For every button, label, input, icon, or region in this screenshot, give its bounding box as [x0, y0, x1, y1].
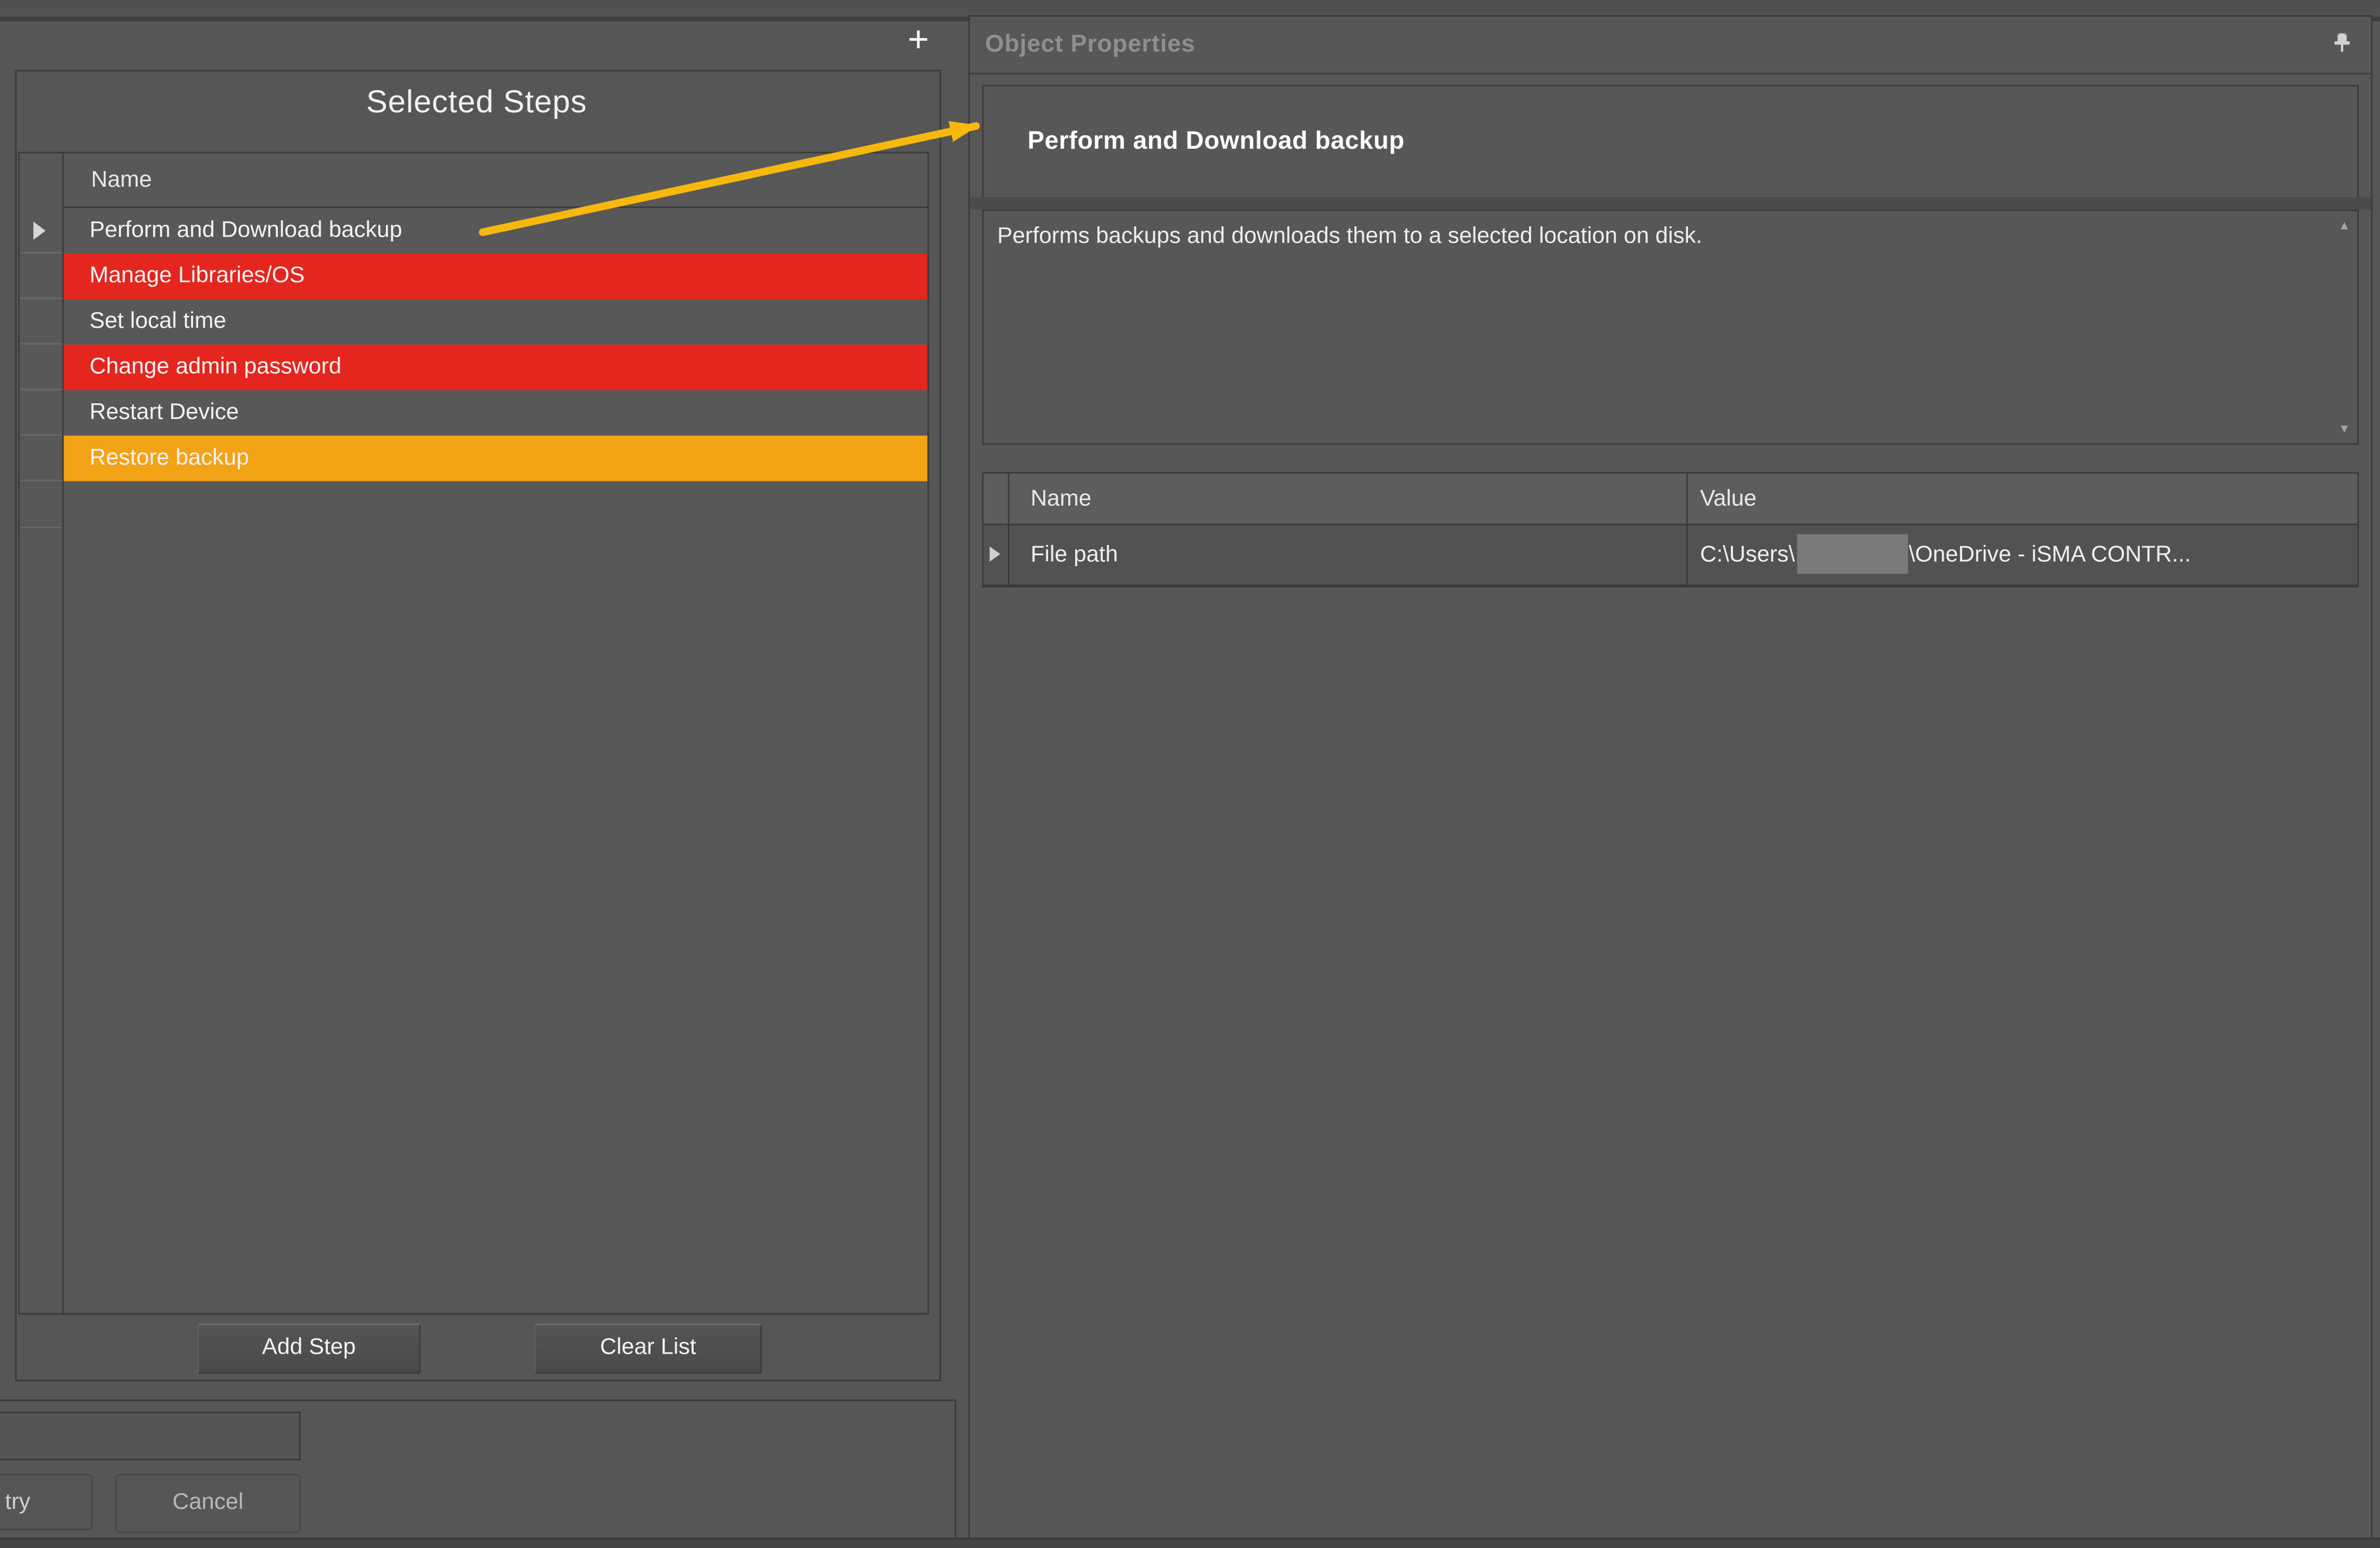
- application-window: + Selected Steps Name Perform and Downlo…: [0, 0, 2380, 1548]
- selected-steps-title: Selected Steps: [15, 85, 938, 122]
- property-value[interactable]: C:\Users\ \OneDrive - iSMA CONTR...: [1688, 525, 2357, 585]
- panel-divider: [970, 198, 2371, 210]
- object-description-box: Performs backups and downloads them to a…: [982, 210, 2359, 445]
- table-row[interactable]: Restart Device: [20, 390, 927, 436]
- file-path-prefix: C:\Users\: [1700, 542, 1795, 568]
- table-row[interactable]: Manage Libraries/OS: [20, 253, 927, 299]
- row-selector-cell[interactable]: [20, 299, 62, 345]
- selected-object-title-box: Perform and Download backup: [982, 85, 2359, 199]
- pin-icon[interactable]: [2328, 30, 2356, 58]
- object-properties-panel: Object Properties Perform and Download b…: [968, 15, 2372, 1539]
- app-canvas: + Selected Steps Name Perform and Downlo…: [0, 0, 2380, 1548]
- clear-list-button[interactable]: Clear List: [534, 1324, 761, 1374]
- scroll-up-icon[interactable]: ▲: [2333, 215, 2356, 235]
- steps-column-header[interactable]: Name: [64, 153, 927, 208]
- object-description-text: Performs backups and downloads them to a…: [997, 223, 2318, 249]
- row-selector-cell[interactable]: [20, 253, 62, 299]
- current-row-indicator-icon: [34, 221, 46, 240]
- file-path-suffix: \OneDrive - iSMA CONTR...: [1909, 542, 2191, 568]
- row-selector-cell[interactable]: [20, 208, 62, 253]
- current-row-indicator-icon: [989, 547, 1000, 562]
- bottom-input-field[interactable]: [0, 1412, 301, 1460]
- row-selector-cell[interactable]: [20, 345, 62, 390]
- grid-row-selector-cell[interactable]: [983, 525, 1010, 585]
- property-name[interactable]: File path: [1010, 525, 1688, 585]
- step-name[interactable]: Manage Libraries/OS: [64, 253, 927, 299]
- grid-gutter-cell: [983, 474, 1010, 524]
- properties-grid: Name Value File path C:\Users\ \OneDrive …: [982, 472, 2359, 588]
- table-row[interactable]: Restore backup: [20, 436, 927, 481]
- step-name[interactable]: Change admin password: [64, 345, 927, 390]
- scroll-down-icon[interactable]: ▼: [2333, 419, 2356, 439]
- row-selector-cell[interactable]: [20, 436, 62, 481]
- table-row[interactable]: Perform and Download backup: [20, 208, 927, 253]
- selected-steps-table[interactable]: Name Perform and Download backup Manage …: [18, 152, 929, 1315]
- step-name[interactable]: Set local time: [64, 299, 927, 345]
- retry-button[interactable]: try: [0, 1474, 93, 1530]
- grid-name-column-header[interactable]: Name: [1010, 474, 1688, 524]
- object-properties-titlebar[interactable]: Object Properties: [970, 17, 2371, 74]
- redacted-username: [1797, 534, 1907, 574]
- step-name[interactable]: Restart Device: [64, 390, 927, 436]
- table-row[interactable]: Change admin password: [20, 345, 927, 390]
- step-name[interactable]: Perform and Download backup: [64, 208, 927, 253]
- description-scrollbar[interactable]: ▲ ▼: [2333, 213, 2356, 442]
- cancel-button[interactable]: Cancel: [116, 1474, 301, 1533]
- object-properties-title: Object Properties: [985, 17, 1195, 73]
- add-step-button[interactable]: Add Step: [198, 1324, 421, 1374]
- step-name[interactable]: Restore backup: [64, 436, 927, 481]
- window-bottom-edge: [0, 1538, 2380, 1548]
- selected-object-title: Perform and Download backup: [1027, 86, 1405, 197]
- add-tab-plus-button[interactable]: +: [899, 21, 938, 61]
- table-row[interactable]: Set local time: [20, 299, 927, 345]
- properties-grid-header: Name Value: [983, 474, 2357, 525]
- steps-table-header-row: Name: [20, 153, 927, 208]
- row-selector-cell[interactable]: [20, 390, 62, 436]
- grid-value-column-header[interactable]: Value: [1688, 474, 2357, 524]
- file-path-row[interactable]: File path C:\Users\ \OneDrive - iSMA CONT…: [983, 525, 2357, 586]
- header-gutter-cell: [20, 153, 64, 208]
